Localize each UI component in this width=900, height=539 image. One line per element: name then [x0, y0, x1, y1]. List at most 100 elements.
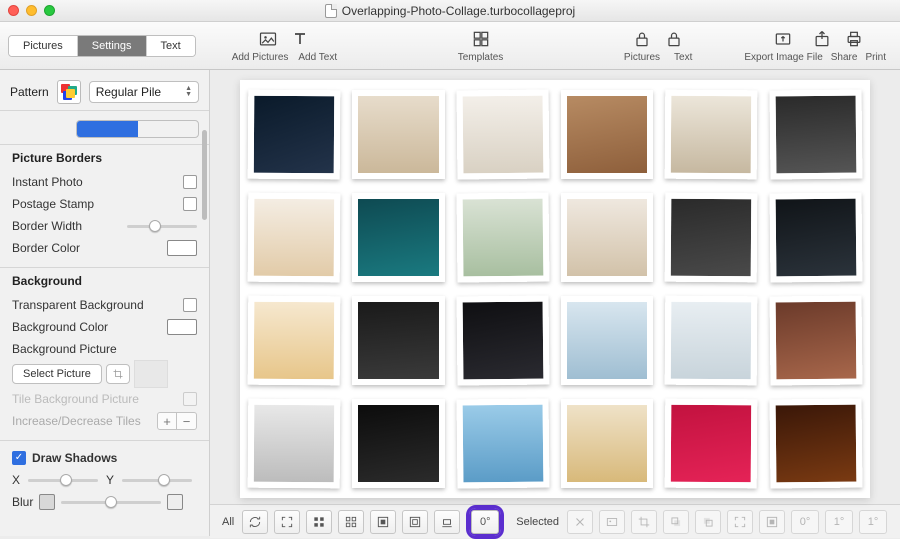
- document-icon: [325, 4, 337, 18]
- collage-photo[interactable]: [769, 193, 862, 283]
- crop-selected-button: [631, 510, 657, 534]
- frame2-all-button[interactable]: [402, 510, 428, 534]
- select-picture-button[interactable]: Select Picture: [12, 364, 102, 384]
- window-title: Overlapping-Photo-Collage.turbocollagepr…: [342, 4, 575, 18]
- grid-icon: [312, 515, 326, 529]
- border-width-label: Border Width: [12, 219, 82, 233]
- instant-photo-checkbox[interactable]: [183, 175, 197, 189]
- tile-bg-label: Tile Background Picture: [12, 392, 139, 406]
- orientation-row: [0, 120, 209, 144]
- bg-picture-label: Background Picture: [12, 342, 117, 356]
- image-icon: [605, 515, 619, 529]
- grid-all-button[interactable]: [306, 510, 332, 534]
- add-pictures-button[interactable]: [255, 28, 281, 50]
- share-button[interactable]: [809, 28, 835, 50]
- transparent-bg-checkbox[interactable]: [183, 298, 197, 312]
- collage-photo[interactable]: [456, 296, 549, 386]
- rotate-neg-selected-button: 1°: [825, 510, 853, 534]
- frame-selected-button: [759, 510, 785, 534]
- align-icon: [440, 515, 454, 529]
- shadow-color-swatch[interactable]: [39, 494, 55, 510]
- tiles-stepper[interactable]: + −: [157, 412, 197, 430]
- pattern-row: Pattern Regular Pile ▲▼: [0, 70, 209, 110]
- collage-photo[interactable]: [352, 90, 444, 179]
- export-icon: [773, 29, 793, 49]
- tab-settings[interactable]: Settings: [78, 36, 147, 56]
- rotate-pos-selected-button: 1°: [859, 510, 887, 534]
- picture-borders-section: Picture Borders Instant Photo Postage St…: [0, 144, 209, 267]
- selected-label: Selected: [516, 516, 559, 528]
- collage-photo[interactable]: [248, 90, 341, 180]
- collage-photo[interactable]: [456, 193, 549, 283]
- pattern-value: Regular Pile: [96, 85, 161, 99]
- export-button[interactable]: [763, 28, 803, 50]
- postage-stamp-checkbox[interactable]: [183, 197, 197, 211]
- tb-group-add: Add Pictures Add Text: [232, 28, 337, 63]
- print-button[interactable]: [841, 28, 867, 50]
- collage-photo[interactable]: [769, 296, 862, 386]
- collage-photo[interactable]: [561, 90, 653, 179]
- tiles-decrease-button[interactable]: −: [177, 412, 197, 430]
- crop-bg-button[interactable]: [106, 364, 130, 384]
- tab-pictures[interactable]: Pictures: [9, 36, 78, 56]
- text-t-icon: [290, 29, 310, 49]
- collage-photo[interactable]: [665, 90, 758, 180]
- chevron-updown-icon: ▲▼: [185, 86, 192, 98]
- layer-down-icon: [701, 515, 715, 529]
- templates-button[interactable]: [468, 28, 494, 50]
- collage-photo[interactable]: [456, 399, 549, 489]
- tab-text[interactable]: Text: [147, 36, 195, 56]
- shadow-x-label: X: [12, 473, 24, 487]
- grid2-all-button[interactable]: [338, 510, 364, 534]
- sidebar-scrollbar[interactable]: [202, 130, 207, 220]
- lock-pictures-button[interactable]: [629, 28, 655, 50]
- add-text-button[interactable]: [287, 28, 313, 50]
- align-all-button[interactable]: [434, 510, 460, 534]
- shadow-blur-slider[interactable]: [61, 495, 161, 509]
- bg-color-swatch[interactable]: [167, 319, 197, 335]
- collage-canvas[interactable]: [240, 80, 870, 498]
- sel-rot-pos-text: 1°: [868, 516, 879, 528]
- collage-photo[interactable]: [248, 193, 341, 283]
- lock-pictures-label: Pictures: [624, 52, 660, 63]
- collage-photo[interactable]: [456, 90, 549, 180]
- collage-photo[interactable]: [352, 296, 444, 385]
- collage-photo[interactable]: [561, 296, 653, 385]
- delete-selected-button: [567, 510, 593, 534]
- collage-photo[interactable]: [769, 90, 862, 180]
- tiles-label: Increase/Decrease Tiles: [12, 414, 141, 428]
- lock-text-button[interactable]: [661, 28, 687, 50]
- collage-photo[interactable]: [769, 399, 862, 489]
- draw-shadows-checkbox[interactable]: [12, 451, 26, 465]
- collage-photo[interactable]: [352, 399, 444, 488]
- collage-photo[interactable]: [665, 193, 758, 283]
- shadow-x-slider[interactable]: [28, 473, 98, 487]
- pattern-select[interactable]: Regular Pile ▲▼: [89, 81, 199, 103]
- border-width-slider[interactable]: [127, 219, 197, 233]
- collage-photo[interactable]: [665, 399, 758, 489]
- collage-photo[interactable]: [248, 399, 341, 489]
- replace-selected-button: [599, 510, 625, 534]
- collage-photo[interactable]: [665, 296, 758, 386]
- frame-all-button[interactable]: [370, 510, 396, 534]
- border-color-label: Border Color: [12, 241, 80, 255]
- shadow-color-swatch-2[interactable]: [167, 494, 183, 510]
- shuffle-all-button[interactable]: [242, 510, 268, 534]
- collage-photo[interactable]: [561, 399, 653, 488]
- share-icon: [812, 29, 832, 49]
- shadow-y-slider[interactable]: [122, 473, 192, 487]
- collage-grid: [248, 90, 862, 488]
- draw-shadows-heading: Draw Shadows: [32, 451, 117, 465]
- instant-photo-label: Instant Photo: [12, 175, 83, 189]
- fit-all-button[interactable]: [274, 510, 300, 534]
- expand-icon: [280, 515, 294, 529]
- orientation-segment[interactable]: [76, 120, 199, 138]
- bottom-toolbar: All 0° Selected 0° 1° 1°: [210, 504, 900, 538]
- collage-photo[interactable]: [248, 296, 341, 386]
- collage-photo[interactable]: [352, 193, 444, 282]
- tiles-increase-button[interactable]: +: [157, 412, 177, 430]
- border-color-swatch[interactable]: [167, 240, 197, 256]
- toolbar: Pictures Settings Text Add Pictures Add …: [0, 22, 900, 70]
- collage-photo[interactable]: [561, 193, 653, 282]
- reset-rotation-all-button[interactable]: 0°: [471, 510, 499, 534]
